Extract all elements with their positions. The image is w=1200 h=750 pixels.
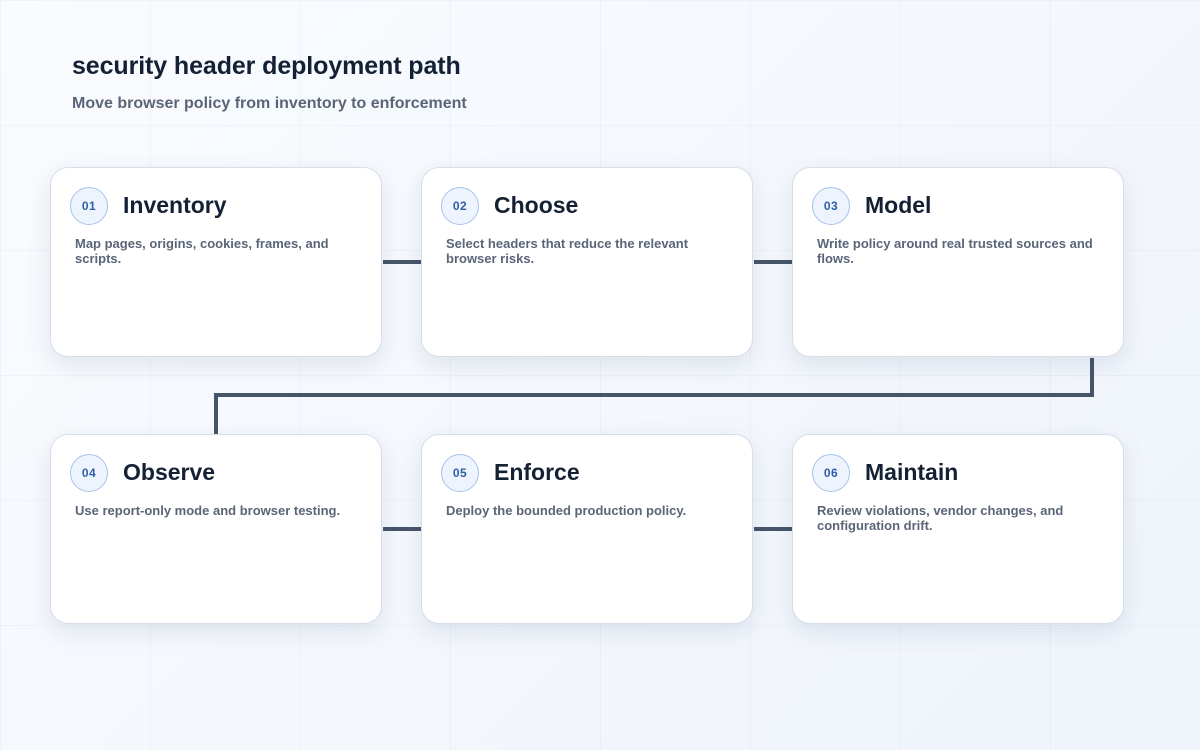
step-title: Model <box>865 192 932 218</box>
step-number-badge: 05 <box>441 454 479 492</box>
step-number-badge: 01 <box>70 187 108 225</box>
step-title: Choose <box>494 192 579 218</box>
step-description: Select headers that reduce the relevant … <box>446 236 689 266</box>
step-number-badge: 03 <box>812 187 850 225</box>
step-description: Deploy the bounded production policy. <box>446 503 687 518</box>
step-number-badge: 04 <box>70 454 108 492</box>
step-title: Enforce <box>494 459 580 485</box>
step-title: Maintain <box>865 459 959 485</box>
step-card-observe: 04 Observe Use report-only mode and brow… <box>50 434 382 624</box>
flow-connectors <box>214 260 1094 531</box>
step-description: Use report-only mode and browser testing… <box>75 503 341 518</box>
connector-03-04 <box>214 358 1094 434</box>
step-card-enforce: 05 Enforce Deploy the bounded production… <box>421 434 753 624</box>
step-card-choose: 02 Choose Select headers that reduce the… <box>421 167 753 357</box>
step-title: Inventory <box>123 192 227 218</box>
step-number-badge: 02 <box>441 187 479 225</box>
step-description: Review violations, vendor changes, and c… <box>817 503 1064 533</box>
step-title: Observe <box>123 459 216 485</box>
step-description: Map pages, origins, cookies, frames, and… <box>75 236 329 266</box>
step-number-badge: 06 <box>812 454 850 492</box>
step-card-model: 03 Model Write policy around real truste… <box>792 167 1124 357</box>
step-card-maintain: 06 Maintain Review violations, vendor ch… <box>792 434 1124 624</box>
step-description: Write policy around real trusted sources… <box>817 236 1093 266</box>
step-card-inventory: 01 Inventory Map pages, origins, cookies… <box>50 167 382 357</box>
